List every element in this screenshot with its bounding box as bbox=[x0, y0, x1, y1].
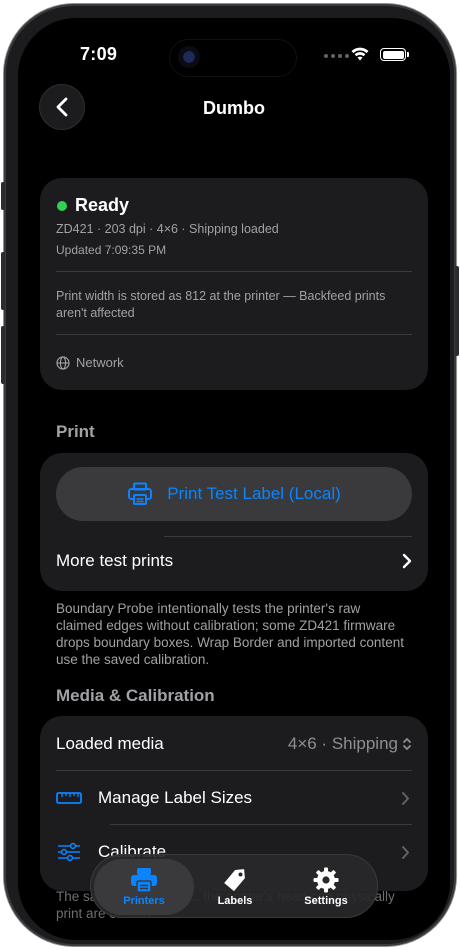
battery-icon bbox=[380, 48, 409, 61]
divider bbox=[56, 334, 412, 335]
tag-icon bbox=[224, 869, 245, 892]
loaded-media-select[interactable]: 4×6 · Shipping bbox=[288, 734, 412, 754]
tab-printers[interactable]: Printers bbox=[94, 859, 194, 915]
divider bbox=[164, 536, 412, 537]
chevron-right-icon bbox=[402, 791, 409, 805]
loaded-media-value: 4×6 · Shipping bbox=[287, 734, 398, 753]
tab-settings[interactable]: Settings bbox=[276, 859, 376, 915]
ruler-icon bbox=[56, 792, 82, 804]
status-label: Ready bbox=[75, 195, 130, 215]
section-header-print: Print bbox=[56, 422, 95, 441]
page-title: Dumbo bbox=[203, 98, 265, 118]
calibration-note: Print width is stored as 812 at the prin… bbox=[56, 289, 386, 320]
more-test-prints-label: More test prints bbox=[56, 551, 174, 570]
screen: 7:09 Dumbo Ready ZD421 · 203 dpi · 4×6 ·… bbox=[18, 18, 450, 940]
tab-bar: Printers Labels Settings bbox=[90, 854, 378, 918]
sliders-icon bbox=[58, 842, 80, 862]
printer-status-card: Ready ZD421 · 203 dpi · 4×6 · Shipping l… bbox=[40, 178, 428, 390]
printer-icon bbox=[131, 868, 157, 893]
chevron-right-icon bbox=[402, 553, 412, 569]
printer-icon bbox=[128, 482, 153, 505]
phone-frame: 7:09 Dumbo Ready ZD421 · 203 dpi · 4×6 ·… bbox=[1, 4, 459, 946]
divider bbox=[56, 271, 412, 272]
section-header-media: Media & Calibration bbox=[56, 686, 215, 705]
chevron-up-down-icon bbox=[403, 738, 411, 750]
signal-dots-icon bbox=[324, 54, 349, 58]
updated-timestamp: Updated 7:09:35 PM bbox=[56, 243, 167, 257]
tab-label: Settings bbox=[304, 895, 348, 907]
loaded-media-label: Loaded media bbox=[56, 734, 164, 753]
connection-label: Network bbox=[76, 355, 124, 370]
print-test-label-button[interactable]: Print Test Label (Local) bbox=[56, 467, 412, 521]
status-time: 7:09 bbox=[80, 44, 118, 64]
globe-icon bbox=[56, 355, 70, 370]
loaded-media-row[interactable]: Loaded media 4×6 · Shipping bbox=[40, 730, 428, 758]
printer-summary: ZD421 · 203 dpi · 4×6 · Shipping loaded bbox=[56, 222, 279, 236]
gear-icon bbox=[313, 867, 339, 893]
connection-row: Network bbox=[56, 355, 124, 370]
divider bbox=[110, 824, 412, 825]
divider bbox=[56, 770, 412, 771]
print-test-label-text: Print Test Label (Local) bbox=[167, 484, 341, 503]
print-card: Print Test Label (Local) More test print… bbox=[40, 453, 428, 591]
tab-labels[interactable]: Labels bbox=[185, 859, 285, 915]
print-footnote: Boundary Probe intentionally tests the p… bbox=[56, 601, 404, 667]
manage-label-sizes-row[interactable]: Manage Label Sizes bbox=[40, 784, 428, 812]
chevron-right-icon bbox=[402, 845, 409, 859]
front-camera-icon bbox=[178, 46, 200, 68]
wifi-icon bbox=[351, 47, 369, 61]
status-indicator-dot bbox=[57, 201, 67, 211]
more-test-prints-row[interactable]: More test prints bbox=[56, 551, 412, 571]
manage-label-sizes-label: Manage Label Sizes bbox=[98, 788, 253, 807]
tab-label: Labels bbox=[217, 895, 253, 907]
tab-label: Printers bbox=[123, 895, 165, 907]
